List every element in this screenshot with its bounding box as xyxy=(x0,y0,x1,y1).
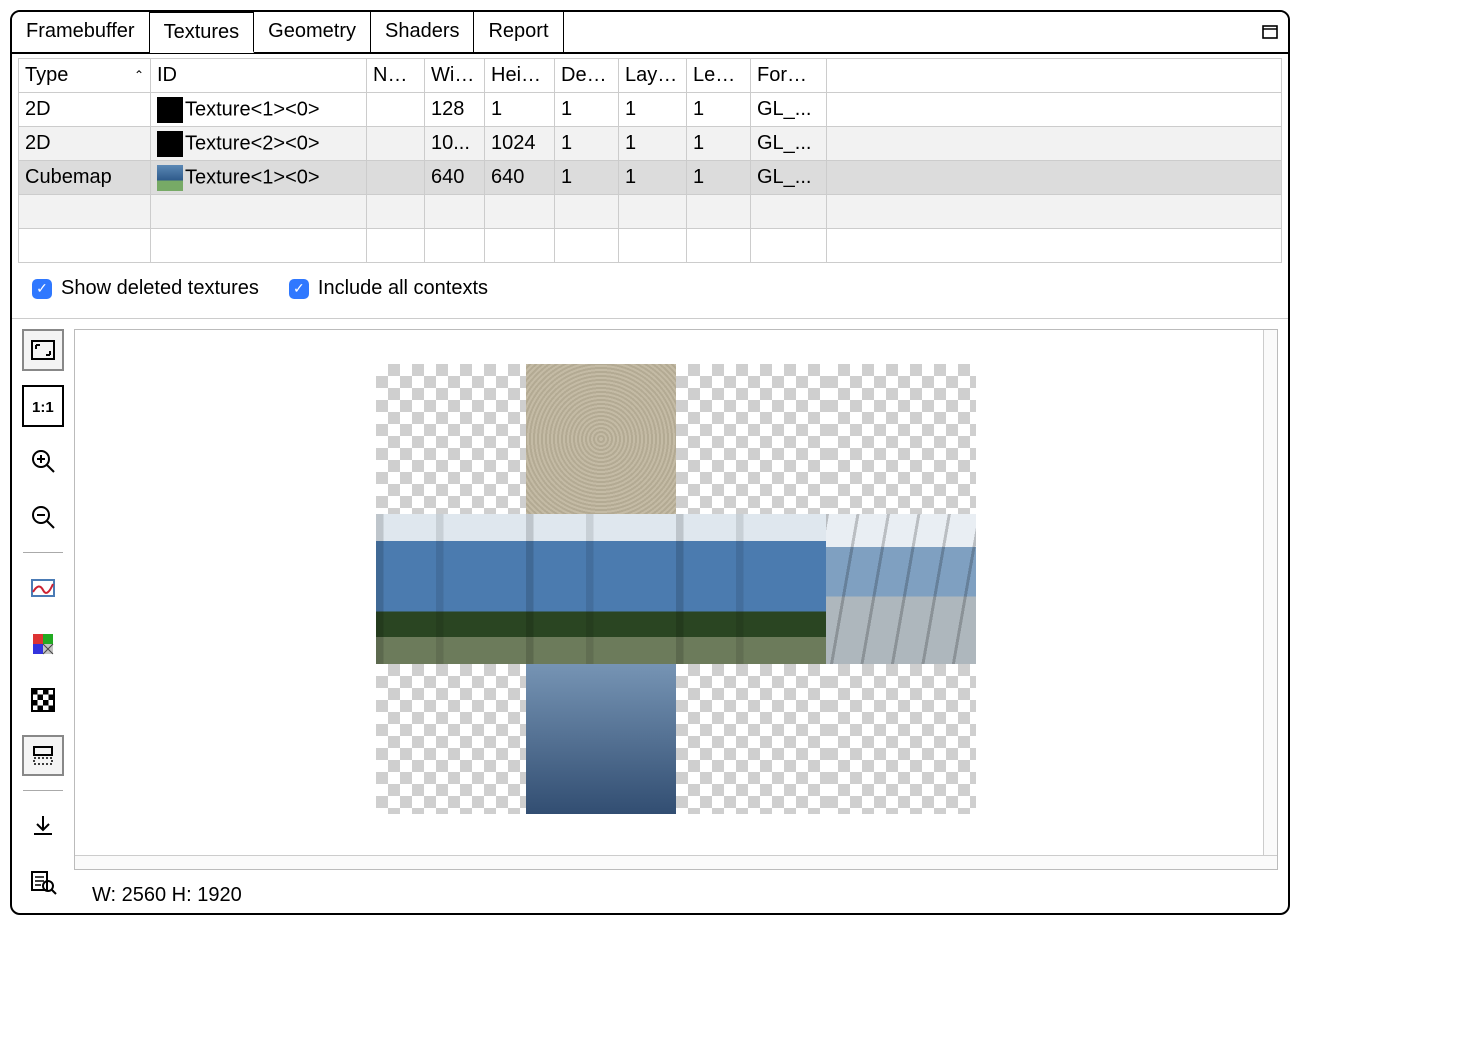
histogram-icon xyxy=(29,574,57,602)
col-depth[interactable]: Depth xyxy=(555,59,619,93)
fit-button[interactable] xyxy=(22,329,64,371)
zoom-in-button[interactable] xyxy=(22,441,64,483)
zoom-out-icon xyxy=(29,503,57,531)
channels-button[interactable] xyxy=(22,623,64,665)
table-row-empty xyxy=(19,195,1282,229)
table-row[interactable]: 2D Texture<2><0> 10... 1024 1 1 1 GL_... xyxy=(19,127,1282,161)
col-name[interactable]: Name xyxy=(367,59,425,93)
table-row[interactable]: Cubemap Texture<1><0> 640 640 1 1 1 GL_.… xyxy=(19,161,1282,195)
tab-shaders[interactable]: Shaders xyxy=(371,12,475,52)
tab-textures[interactable]: Textures xyxy=(150,12,255,53)
checkbox-icon: ✓ xyxy=(32,279,52,299)
save-button[interactable] xyxy=(22,805,64,847)
maximize-button[interactable] xyxy=(1260,12,1288,52)
tabbar: Framebuffer Textures Geometry Shaders Re… xyxy=(12,12,1288,54)
texture-table: Type⌃ ID Name Width Height Depth Layers … xyxy=(12,54,1288,263)
col-levels[interactable]: Levels xyxy=(687,59,751,93)
channels-icon xyxy=(29,630,57,658)
fit-icon xyxy=(29,336,57,364)
maximize-icon xyxy=(1262,25,1278,39)
actual-size-button[interactable]: 1:1 xyxy=(22,385,64,427)
checker-icon xyxy=(29,686,57,714)
table-row[interactable]: 2D Texture<1><0> 128 1 1 1 1 GL_... xyxy=(19,93,1282,127)
thumbnail-icon xyxy=(157,165,183,191)
canvas-area: W: 2560 H: 1920 xyxy=(74,319,1288,913)
tab-report[interactable]: Report xyxy=(474,12,563,52)
col-format[interactable]: Format xyxy=(751,59,827,93)
table-row-empty xyxy=(19,229,1282,263)
viewer: 1:1 xyxy=(12,319,1288,913)
canvas-frame[interactable] xyxy=(74,329,1278,870)
svg-text:1:1: 1:1 xyxy=(32,399,54,416)
col-spacer xyxy=(827,59,1282,93)
panel: Framebuffer Textures Geometry Shaders Re… xyxy=(10,10,1290,915)
options-row: ✓ Show deleted textures ✓ Include all co… xyxy=(12,263,1288,319)
show-deleted-checkbox[interactable]: ✓ Show deleted textures xyxy=(32,277,259,300)
zoom-out-button[interactable] xyxy=(22,496,64,538)
thumbnail-icon xyxy=(157,97,183,123)
inspect-button[interactable] xyxy=(22,861,64,903)
tab-framebuffer[interactable]: Framebuffer xyxy=(12,12,150,52)
vertical-scrollbar[interactable] xyxy=(1263,330,1277,869)
col-layers[interactable]: Layers xyxy=(619,59,687,93)
one-to-one-icon: 1:1 xyxy=(29,392,57,420)
inspect-icon xyxy=(29,868,57,896)
flip-icon xyxy=(29,741,57,769)
include-all-contexts-checkbox[interactable]: ✓ Include all contexts xyxy=(289,277,488,300)
tab-geometry[interactable]: Geometry xyxy=(254,12,371,52)
col-width[interactable]: Width xyxy=(425,59,485,93)
col-type[interactable]: Type⌃ xyxy=(19,59,151,93)
cubemap-preview xyxy=(376,364,976,814)
thumbnail-icon xyxy=(157,131,183,157)
checkbox-icon: ✓ xyxy=(289,279,309,299)
flip-button[interactable] xyxy=(22,735,64,777)
table-header-row: Type⌃ ID Name Width Height Depth Layers … xyxy=(19,59,1282,93)
zoom-in-icon xyxy=(29,447,57,475)
col-id[interactable]: ID xyxy=(151,59,367,93)
toolstrip: 1:1 xyxy=(12,319,74,913)
background-button[interactable] xyxy=(22,679,64,721)
download-icon xyxy=(29,812,57,840)
horizontal-scrollbar[interactable] xyxy=(75,855,1277,869)
col-height[interactable]: Height xyxy=(485,59,555,93)
histogram-button[interactable] xyxy=(22,567,64,609)
dimensions-label: W: 2560 H: 1920 xyxy=(74,870,1278,907)
